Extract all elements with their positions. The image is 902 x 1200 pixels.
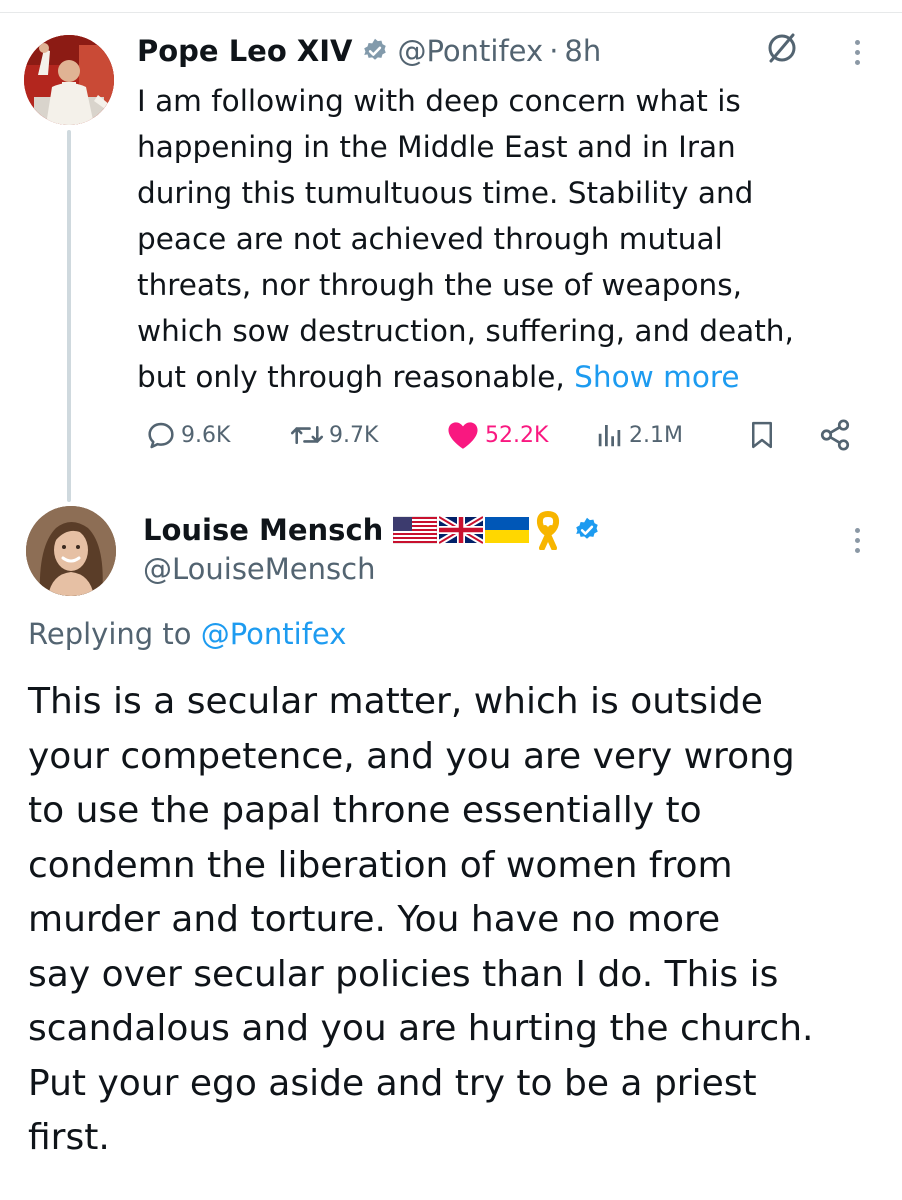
like-count: 52.2K: [485, 422, 549, 448]
uk-flag-icon: [439, 514, 484, 546]
tweet-text-line: threats, nor through the use of weapons,: [137, 268, 742, 302]
bookmark-icon: [752, 421, 772, 449]
tweet-actions: 9.6K 9.7K 52.2K 2.1M: [137, 412, 867, 458]
avatar-photo: [26, 506, 116, 596]
top-divider: [0, 12, 902, 13]
replying-to: Replying to @Pontifex: [28, 617, 346, 651]
tweet-header: Pope Leo XIV @Pontifex · 8h: [137, 26, 601, 76]
tweet-text-line: happening in the Middle East and in Iran: [137, 130, 736, 164]
author-handle[interactable]: @Pontifex: [397, 34, 543, 68]
repost-icon: [290, 426, 324, 444]
thread-connector-line: [67, 130, 71, 502]
tweet-text-line: but only through reasonable,: [137, 360, 575, 394]
share-nodes-icon: [820, 419, 850, 451]
verified-badge-icon: [361, 37, 389, 65]
name-emoji-group: [393, 510, 565, 550]
reply-text-line: your competence, and you are very wrong: [28, 735, 795, 777]
views-bar-chart-icon: [598, 425, 621, 447]
reply-icon: [148, 422, 174, 449]
tweet-text-line: peace are not achieved through mutual: [137, 222, 723, 256]
share-button[interactable]: [817, 412, 857, 458]
avatar-pope[interactable]: [24, 35, 114, 125]
reply-count: 9.6K: [181, 422, 231, 448]
like-button[interactable]: 52.2K: [445, 412, 548, 458]
reply-header: Louise Mensch: [143, 507, 609, 553]
replying-to-prefix: Replying to: [28, 617, 201, 651]
repost-button[interactable]: 9.7K: [289, 412, 378, 458]
reply-text-line: to use the papal throne essentially to: [28, 790, 702, 831]
tweet-text-line: during this tumultuous time. Stability a…: [137, 176, 754, 210]
more-options-icon[interactable]: [852, 528, 862, 553]
grok-icon[interactable]: [764, 30, 800, 70]
reply-text-line: say over secular policies than I do. Thi…: [28, 953, 779, 995]
reply-text-line: Put your ego aside and try to be a pries…: [28, 1062, 757, 1104]
heart-filled-icon: [448, 422, 478, 449]
tweet-text: I am following with deep concern what is…: [137, 78, 877, 400]
yellow-ribbon-icon: [537, 510, 560, 550]
reply-author-name[interactable]: Louise Mensch: [143, 513, 383, 547]
reply-text-line: condemn the liberation of women from: [28, 844, 733, 886]
tweet-text-line: which sow destruction, suffering, and de…: [137, 314, 794, 348]
repost-count: 9.7K: [329, 422, 379, 448]
views-count: 2.1M: [629, 422, 683, 448]
reply-text: This is a secular matter, which is outsi…: [28, 675, 888, 1166]
tweet-time[interactable]: 8h: [564, 34, 601, 68]
verified-badge-icon: [573, 516, 601, 544]
reply-author-handle[interactable]: @LouiseMensch: [143, 552, 375, 586]
bookmark-button[interactable]: [747, 412, 781, 458]
avatar-louise[interactable]: [26, 506, 116, 596]
ukraine-flag-icon: [485, 517, 530, 543]
tweet-text-line-last: but only through reasonable, Show more: [137, 354, 877, 400]
avatar-photo: [24, 35, 114, 125]
tweet-text-line: I am following with deep concern what is: [137, 84, 741, 118]
reply-text-line: murder and torture. You have no more: [28, 899, 721, 940]
replying-to-mention[interactable]: @Pontifex: [201, 617, 347, 651]
reply-text-line: first.: [28, 1117, 110, 1158]
more-options-icon[interactable]: [852, 40, 862, 65]
views-button[interactable]: 2.1M: [595, 412, 683, 458]
us-flag-icon: [393, 516, 438, 544]
reply-text-line: scandalous and you are hurting the churc…: [28, 1008, 814, 1049]
header-separator: ·: [549, 34, 559, 68]
author-name[interactable]: Pope Leo XIV: [137, 34, 352, 68]
reply-button[interactable]: 9.6K: [145, 412, 230, 458]
show-more-link[interactable]: Show more: [574, 360, 739, 394]
reply-text-line: This is a secular matter, which is outsi…: [28, 681, 763, 722]
